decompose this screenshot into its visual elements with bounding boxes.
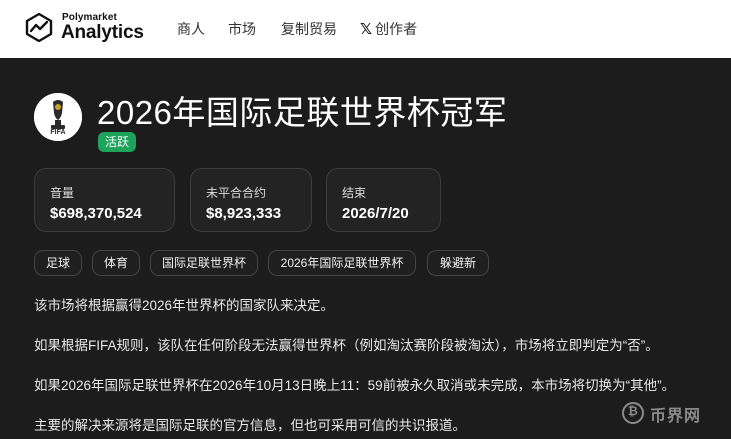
description-paragraph: 该市场将根据赢得2026年世界杯的国家队来决定。 <box>34 298 335 313</box>
logo-brand-big: Analytics <box>61 22 144 43</box>
watermark-text: 币界网 <box>650 408 702 425</box>
stat-card-end-date: 结束 2026/7/20 <box>326 168 441 232</box>
status-badge: 活跃 <box>98 132 136 152</box>
tag-fifa-world-cup[interactable]: 国际足联世界杯 <box>150 250 258 276</box>
x-logo-icon: 𝕏 <box>360 21 373 38</box>
top-nav-bar: Polymarket Analytics 商人 市场 复制贸易 𝕏 创作者 <box>0 0 731 58</box>
stat-value-volume: $698,370,524 <box>50 205 142 222</box>
watermark: ₿ 币界网 <box>622 400 722 426</box>
stat-label-volume: 音量 <box>50 186 75 200</box>
analytics-logo-icon <box>25 12 53 42</box>
stat-label-end-date: 结束 <box>342 186 367 200</box>
tag-2026-fifa-world-cup[interactable]: 2026年国际足联世界杯 <box>268 250 416 276</box>
stat-value-end-date: 2026/7/20 <box>342 205 409 222</box>
polymarket-analytics-logo[interactable]: Polymarket Analytics <box>24 11 144 47</box>
market-title: 2026年国际足联世界杯冠军 <box>97 94 508 131</box>
market-avatar: FIFA <box>34 93 82 141</box>
description-paragraph: 主要的解决来源将是国际足联的官方信息，但也可采用可信的共识报道。 <box>34 418 466 433</box>
stat-card-volume: 音量 $698,370,524 <box>34 168 175 232</box>
fifa-avatar-text: FIFA <box>50 129 66 136</box>
nav-markets[interactable]: 市场 <box>228 19 256 39</box>
tag-soccer[interactable]: 足球 <box>34 250 82 276</box>
description-paragraph: 如果2026年国际足联世界杯在2026年10月13日晚上11：59前被永久取消或… <box>34 378 676 393</box>
stat-card-open-interest: 未平合合约 $8,923,333 <box>190 168 312 232</box>
nav-creator-label: 创作者 <box>375 21 418 37</box>
stat-label-open-interest: 未平合合约 <box>206 186 267 200</box>
tag-dodge-new[interactable]: 躲避新 <box>427 250 489 276</box>
nav-traders[interactable]: 商人 <box>177 19 205 39</box>
tag-sports[interactable]: 体育 <box>92 250 140 276</box>
nav-creator[interactable]: 𝕏 创作者 <box>360 19 417 39</box>
bitcoin-icon-glyph: ₿ <box>628 404 638 418</box>
stat-value-open-interest: $8,923,333 <box>206 205 282 222</box>
description-paragraph: 如果根据FIFA规则，该队在任何阶段无法赢得世界杯（例如淘汰赛阶段被淘汰），市场… <box>34 338 659 353</box>
nav-copy-trading[interactable]: 复制贸易 <box>281 19 337 39</box>
